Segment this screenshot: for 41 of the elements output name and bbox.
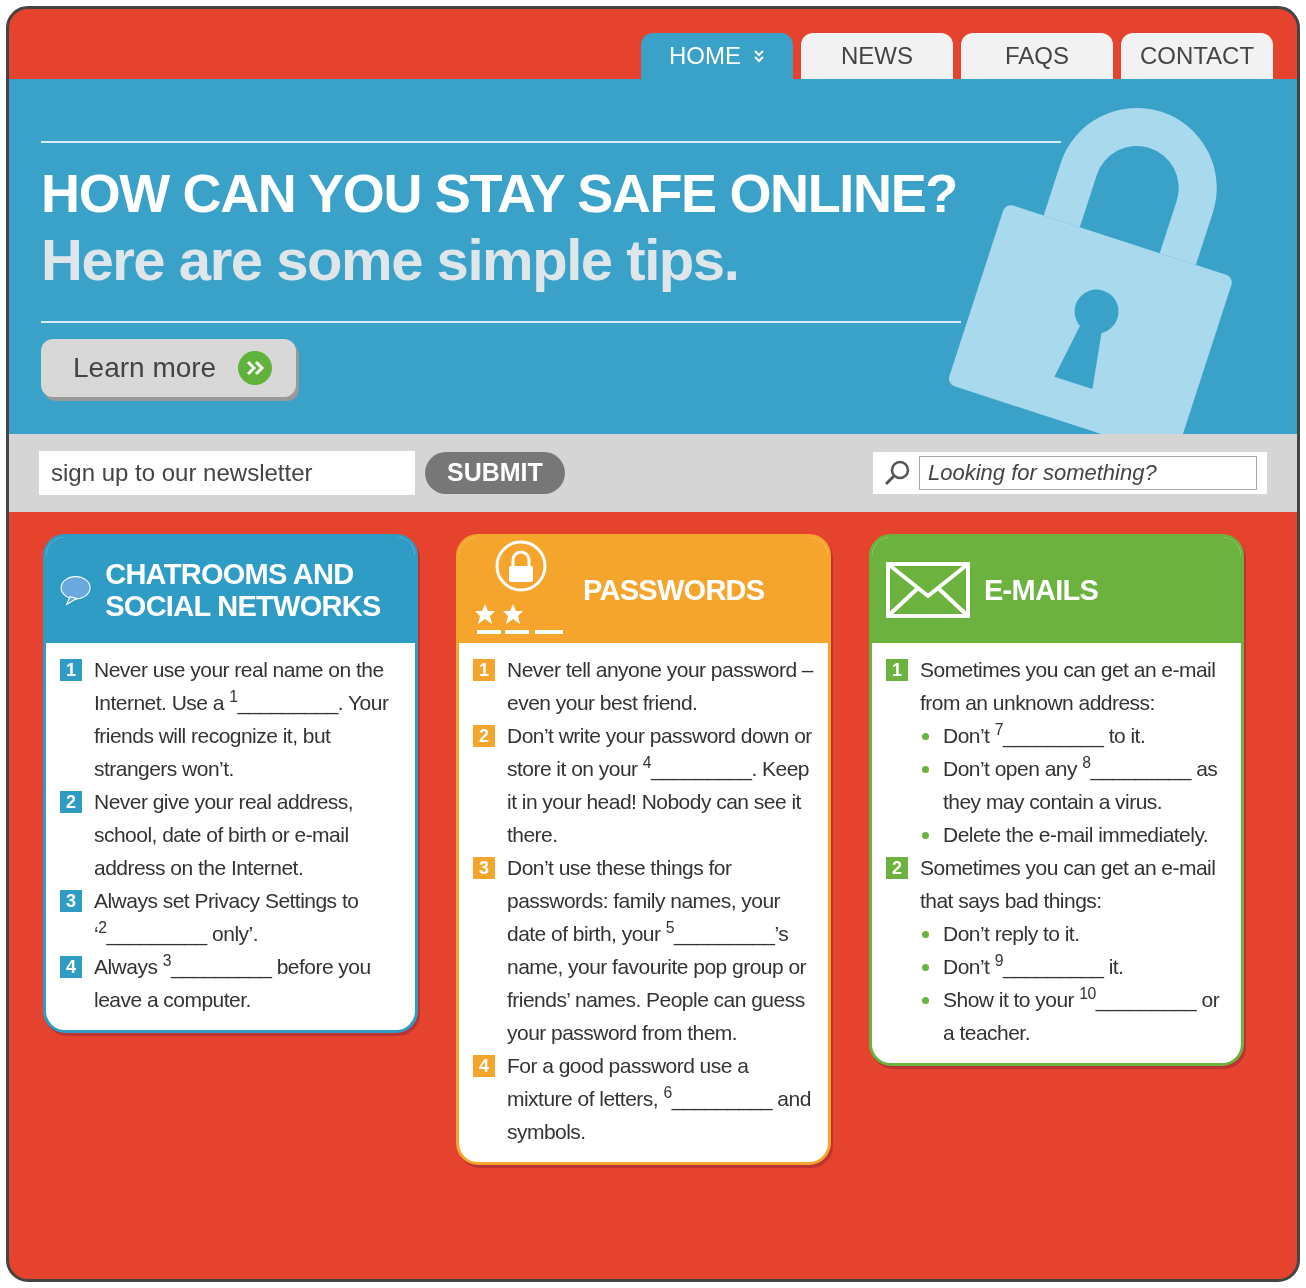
card-title: PASSWORDS — [583, 574, 765, 606]
tip-text: Don’t open any $^{8}$_________ as they may contain a virus. — [943, 753, 1219, 815]
double-chevron-icon — [753, 49, 765, 63]
tip-text: Show it to your $^{10}$_________ or a teacher. — [943, 984, 1221, 1046]
tip-text: Never tell anyone your password – even your best friend. — [507, 657, 814, 716]
newsletter-field[interactable]: sign up to our newsletter — [39, 451, 415, 495]
nav-tab[interactable]: NEWS — [801, 33, 953, 79]
number-badge: 1 — [60, 659, 82, 681]
number-badge: 1 — [473, 659, 495, 681]
submit-button[interactable]: SUBMIT — [425, 452, 565, 494]
tip-text: Don’t reply to it. — [943, 921, 1080, 947]
tip-text: For a good password use a mixture of letters, $^{6}$_________ and symbols. — [507, 1053, 812, 1145]
number-badge: 3 — [473, 857, 495, 879]
chevrons-icon — [238, 351, 273, 385]
tip-text: Sometimes you can get an e-mail from an unknown address: — [920, 657, 1217, 716]
tip-text: Sometimes you can get an e-mail that says bad things: — [920, 855, 1217, 914]
number-badge: 4 — [473, 1055, 495, 1077]
nav-tab[interactable]: FAQS — [961, 33, 1113, 79]
number-badge: 3 — [60, 890, 82, 912]
hero-subtitle: Here are some simple tips. — [41, 226, 740, 294]
search-field[interactable]: Looking for something? — [873, 452, 1267, 494]
hero-title: HOW CAN YOU STAY SAFE ONLINE? — [41, 163, 958, 223]
tip-text: Don’t use these things for passwords: family names, your date of birth, your $^{5}$_________’s name, your favourite pop group or friends’ names. People can guess your password from them. — [507, 855, 808, 1046]
number-badge: 2 — [473, 725, 495, 747]
tip-text: Don’t $^{7}$_________ to it. — [943, 720, 1146, 750]
tip-text: Delete the e-mail immediately. — [943, 822, 1209, 848]
number-badge: 4 — [60, 956, 82, 978]
tip-text: Don’t write your password down or store it on your $^{4}$_________. Keep it in your head! Nobody can see it there. — [507, 723, 813, 848]
card-title: CHATROOMS AND SOCIAL NETWORKS — [105, 558, 382, 622]
card-title: E-MAILS — [984, 574, 1099, 606]
tip-text: Never use your real name on the Internet. Use a $^{1}$_________. Your friends will recognize it, but strangers won’t. — [94, 657, 390, 782]
tip-text: Never give your real address, school, date of birth or e-mail address on the Internet. — [94, 789, 355, 881]
envelope-icon — [886, 562, 970, 618]
tip-text: Always set Privacy Settings to ‘$^{2}$_________ only’. — [94, 888, 360, 948]
search-icon — [883, 459, 911, 487]
tip-text: Always $^{3}$_________ before you leave a computer. — [94, 951, 372, 1013]
nav-tab[interactable]: CONTACT — [1121, 33, 1273, 79]
number-badge: 2 — [886, 857, 908, 879]
number-badge: 1 — [886, 659, 908, 681]
number-badge: 2 — [60, 791, 82, 813]
tip-text: Don’t $^{9}$_________ it. — [943, 951, 1124, 981]
